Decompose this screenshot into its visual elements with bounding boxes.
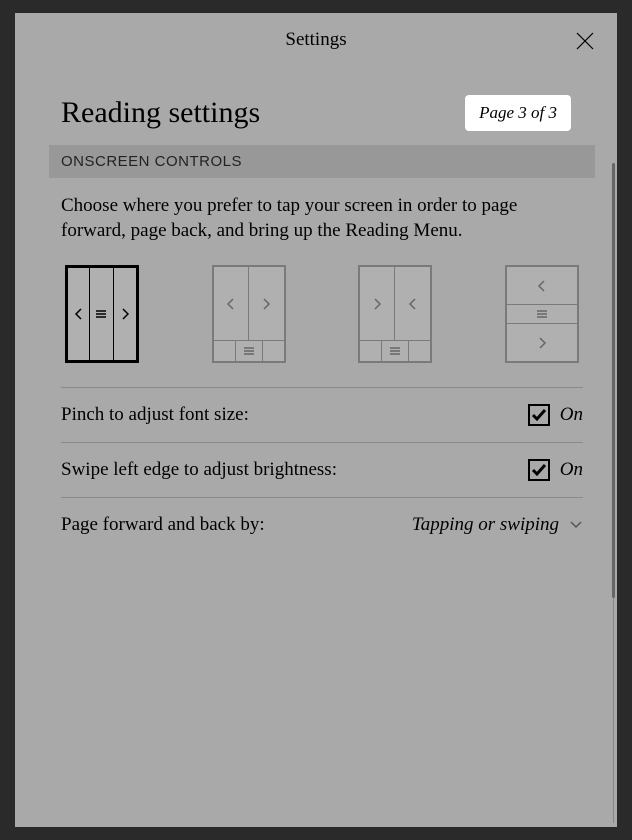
menu-icon: [243, 346, 255, 356]
chevron-left-icon: [74, 308, 84, 320]
section-header: ONSCREEN CONTROLS: [49, 145, 595, 178]
setting-pinch-state: On: [560, 404, 583, 426]
scrollbar[interactable]: [612, 163, 615, 823]
page-indicator-badge: Page 3 of 3: [465, 95, 571, 131]
setting-swipe-row: Swipe left edge to adjust brightness: On: [61, 442, 583, 497]
scrollbar-rail: [613, 598, 614, 823]
layout-options: [65, 265, 579, 363]
close-icon: [575, 31, 595, 51]
settings-modal: Settings Reading settings Page 3 of 3 ON…: [15, 13, 617, 827]
close-button[interactable]: [575, 31, 595, 56]
setting-swipe-label: Swipe left edge to adjust brightness:: [61, 459, 337, 481]
chevron-down-icon: [569, 520, 583, 530]
layout-option-3[interactable]: [358, 265, 432, 363]
chevron-right-icon: [372, 298, 382, 310]
layout-option-4[interactable]: [505, 265, 579, 363]
section-description: Choose where you prefer to tap your scre…: [61, 194, 561, 243]
chevron-right-icon: [261, 298, 271, 310]
chevron-right-icon: [537, 337, 547, 349]
page-header: Reading settings Page 3 of 3: [61, 95, 583, 131]
check-icon: [531, 462, 547, 478]
content-area: Reading settings Page 3 of 3 ONSCREEN CO…: [15, 67, 617, 553]
layout-option-2[interactable]: [212, 265, 286, 363]
setting-paging-row: Page forward and back by: Tapping or swi…: [61, 497, 583, 553]
menu-icon: [536, 309, 548, 319]
scrollbar-thumb[interactable]: [612, 163, 615, 598]
setting-pinch-row: Pinch to adjust font size: On: [61, 387, 583, 442]
menu-icon: [389, 346, 401, 356]
setting-pinch-label: Pinch to adjust font size:: [61, 404, 249, 426]
setting-swipe-state: On: [560, 459, 583, 481]
setting-paging-value: Tapping or swiping: [412, 514, 559, 536]
setting-pinch-checkbox[interactable]: [528, 404, 550, 426]
chevron-left-icon: [537, 280, 547, 292]
page-title: Reading settings: [61, 96, 260, 130]
setting-swipe-checkbox[interactable]: [528, 459, 550, 481]
layout-option-1[interactable]: [65, 265, 139, 363]
chevron-left-icon: [408, 298, 418, 310]
chevron-left-icon: [226, 298, 236, 310]
setting-paging-label: Page forward and back by:: [61, 514, 265, 536]
menu-icon: [95, 309, 107, 319]
setting-paging-dropdown[interactable]: Tapping or swiping: [412, 514, 583, 536]
check-icon: [531, 407, 547, 423]
chevron-right-icon: [120, 308, 130, 320]
modal-title: Settings: [285, 29, 346, 51]
modal-header: Settings: [15, 13, 617, 67]
